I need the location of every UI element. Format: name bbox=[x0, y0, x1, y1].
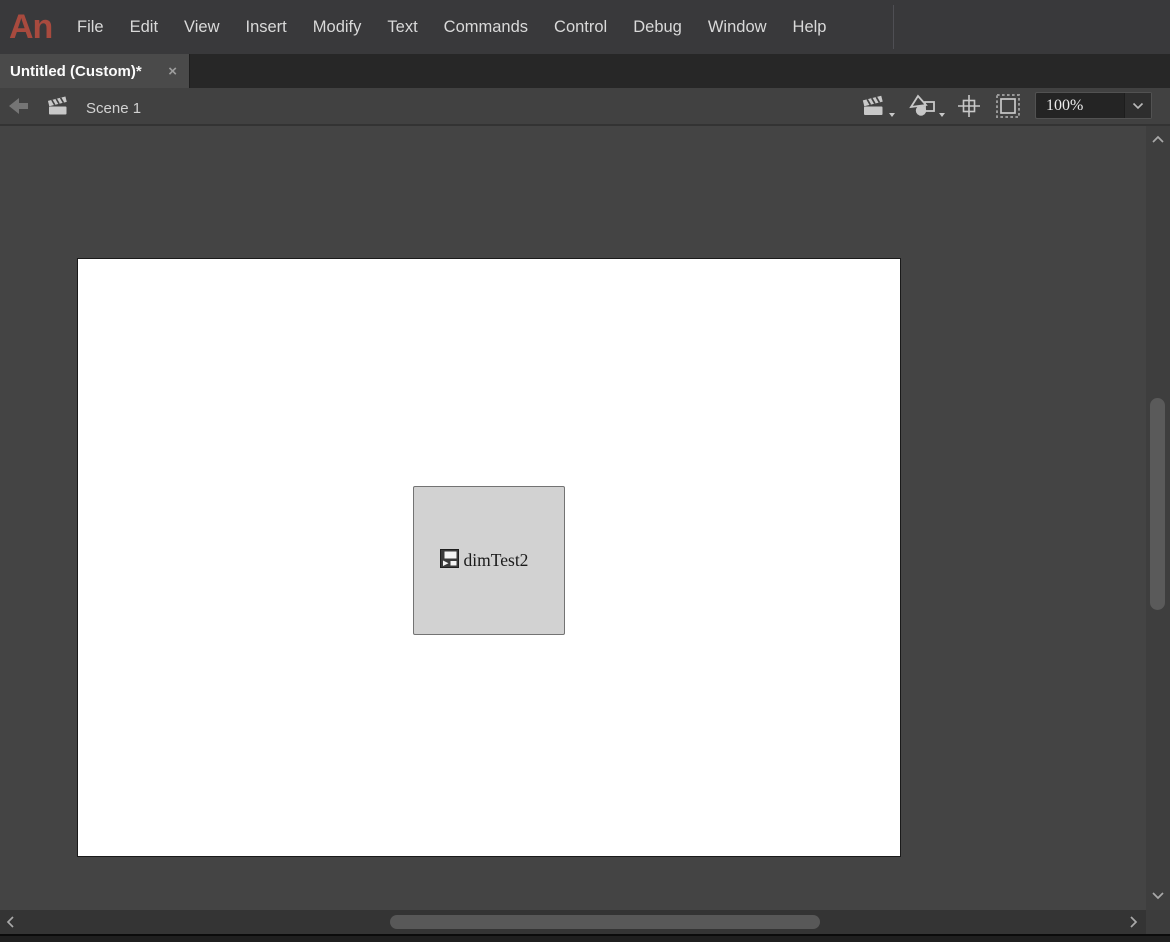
edit-scene-icon[interactable] bbox=[860, 93, 895, 121]
scroll-right-icon[interactable] bbox=[1129, 915, 1138, 934]
scene-breadcrumb[interactable]: Scene 1 bbox=[46, 94, 141, 123]
menu-control[interactable]: Control bbox=[541, 0, 620, 54]
zoom-level-value[interactable]: 100% bbox=[1036, 93, 1124, 118]
menu-window[interactable]: Window bbox=[695, 0, 780, 54]
video-component-icon bbox=[439, 548, 459, 573]
document-tab-bar: Untitled (Custom)* × bbox=[0, 54, 1170, 88]
center-frame-icon[interactable] bbox=[957, 93, 981, 121]
chevron-down-icon bbox=[889, 113, 895, 117]
scrollbar-corner bbox=[1146, 910, 1170, 934]
zoom-level-combo[interactable]: 100% bbox=[1035, 92, 1152, 119]
menu-text[interactable]: Text bbox=[374, 0, 430, 54]
scroll-up-icon[interactable] bbox=[1151, 131, 1165, 149]
component-dimtest2[interactable]: dimTest2 bbox=[413, 486, 565, 635]
menu-items: File Edit View Insert Modify Text Comman… bbox=[64, 0, 839, 54]
vertical-scrollbar[interactable] bbox=[1146, 126, 1170, 912]
back-arrow-icon[interactable] bbox=[6, 95, 32, 117]
bottom-panel-edge bbox=[0, 934, 1170, 942]
component-content: dimTest2 bbox=[439, 548, 529, 573]
menu-view[interactable]: View bbox=[171, 0, 232, 54]
menu-commands[interactable]: Commands bbox=[431, 0, 541, 54]
menu-bar: An File Edit View Insert Modify Text Com… bbox=[0, 0, 1170, 54]
chevron-down-icon bbox=[939, 113, 945, 117]
horizontal-scrollbar-thumb[interactable] bbox=[390, 915, 820, 929]
horizontal-scrollbar[interactable] bbox=[0, 910, 1146, 934]
close-icon[interactable]: × bbox=[166, 63, 179, 80]
clapperboard-icon bbox=[46, 94, 70, 123]
component-label: dimTest2 bbox=[463, 550, 529, 570]
menu-insert[interactable]: Insert bbox=[233, 0, 300, 54]
scroll-left-icon[interactable] bbox=[6, 915, 15, 934]
menu-file[interactable]: File bbox=[64, 0, 117, 54]
clip-content-icon[interactable] bbox=[994, 93, 1022, 121]
menu-debug[interactable]: Debug bbox=[620, 0, 695, 54]
tab-untitled-custom[interactable]: Untitled (Custom)* × bbox=[0, 54, 190, 88]
edit-symbols-icon[interactable] bbox=[908, 93, 945, 121]
tab-title: Untitled (Custom)* bbox=[10, 62, 142, 80]
animate-logo: An bbox=[9, 8, 53, 46]
edit-bar: Scene 1 100% bbox=[0, 88, 1170, 126]
scroll-down-icon[interactable] bbox=[1151, 887, 1165, 905]
chevron-down-icon[interactable] bbox=[1124, 93, 1151, 118]
menu-modify[interactable]: Modify bbox=[300, 0, 375, 54]
scene-label: Scene 1 bbox=[86, 99, 142, 117]
vertical-scrollbar-thumb[interactable] bbox=[1150, 398, 1165, 610]
menu-help[interactable]: Help bbox=[780, 0, 840, 54]
menu-bar-divider bbox=[893, 5, 894, 49]
menu-edit[interactable]: Edit bbox=[117, 0, 171, 54]
